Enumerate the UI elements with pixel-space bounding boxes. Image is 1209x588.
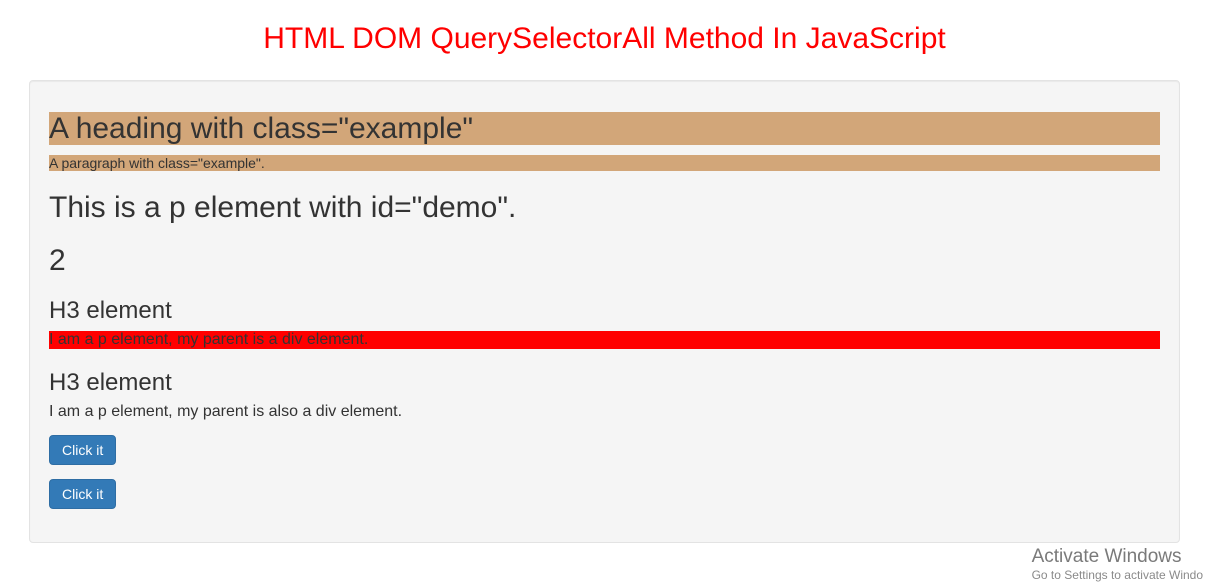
windows-activation-watermark: Activate Windows Go to Settings to activ… bbox=[1032, 546, 1203, 582]
h3-element-1: H3 element bbox=[49, 297, 1160, 325]
click-it-button-2[interactable]: Click it bbox=[49, 479, 116, 509]
watermark-title: Activate Windows bbox=[1032, 546, 1203, 568]
heading-example: A heading with class="example" bbox=[49, 112, 1160, 145]
h3-element-2: H3 element bbox=[49, 369, 1160, 397]
click-it-button-1[interactable]: Click it bbox=[49, 435, 116, 465]
child-paragraph-1: I am a p element, my parent is a div ele… bbox=[49, 331, 1160, 349]
child-paragraph-2: I am a p element, my parent is also a di… bbox=[49, 403, 1160, 421]
demo-paragraph: This is a p element with id="demo". bbox=[49, 191, 1160, 224]
content-panel: A heading with class="example" A paragra… bbox=[29, 80, 1180, 543]
demo-count: 2 bbox=[49, 244, 1160, 277]
watermark-subtitle: Go to Settings to activate Windo bbox=[1032, 568, 1203, 582]
page-title: HTML DOM QuerySelectorAll Method In Java… bbox=[0, 22, 1209, 56]
div-section-2: H3 element I am a p element, my parent i… bbox=[49, 369, 1160, 421]
div-section-1: H3 element I am a p element, my parent i… bbox=[49, 297, 1160, 349]
paragraph-example: A paragraph with class="example". bbox=[49, 155, 1160, 171]
